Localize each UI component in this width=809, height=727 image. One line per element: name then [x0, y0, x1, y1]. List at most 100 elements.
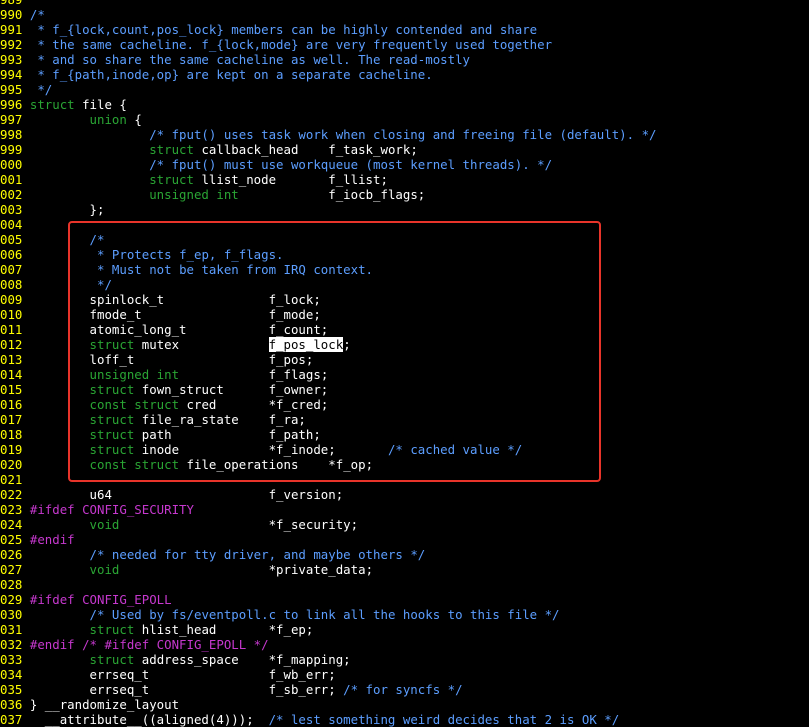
code-line[interactable]: 025 #endif [0, 532, 809, 547]
code-line[interactable]: 022 u64 f_version; [0, 487, 809, 502]
code-line[interactable]: 016 const struct cred *f_cred; [0, 397, 809, 412]
code-line[interactable]: 019 struct inode *f_inode; /* cached val… [0, 442, 809, 457]
line-number: 032 [0, 637, 23, 652]
code-line[interactable]: 036 } __randomize_layout [0, 697, 809, 712]
code-line[interactable]: 034 errseq_t f_wb_err; [0, 667, 809, 682]
code-text: } __randomize_layout [29, 697, 180, 712]
line-number: 997 [0, 112, 23, 127]
code-line[interactable]: 027 void *private_data; [0, 562, 809, 577]
code-line[interactable]: 007 * Must not be taken from IRQ context… [0, 262, 809, 277]
code-line[interactable]: 026 /* needed for tty driver, and maybe … [0, 547, 809, 562]
line-number: 001 [0, 172, 23, 187]
code-line[interactable]: 997 union { [0, 112, 809, 127]
code-line[interactable]: 995 */ [0, 82, 809, 97]
code-line[interactable]: 031 struct hlist_head *f_ep; [0, 622, 809, 637]
gutter-space [22, 232, 29, 247]
gutter-space [22, 337, 29, 352]
comment-text: * and so share the same cacheline as wel… [29, 52, 470, 67]
code-line[interactable]: 037 __attribute__((aligned(4))); /* lest… [0, 712, 809, 727]
code-line[interactable]: 993 * and so share the same cacheline as… [0, 52, 809, 67]
code-text: hlist_head *f_ep; [134, 622, 314, 637]
gutter-space [22, 172, 29, 187]
code-text: llist_node f_llist; [193, 172, 388, 187]
code-line[interactable]: 017 struct file_ra_state f_ra; [0, 412, 809, 427]
line-number: 020 [0, 457, 23, 472]
gutter-space [22, 292, 29, 307]
code-text: inode *f_inode; [134, 442, 388, 457]
code-line[interactable]: 009 spinlock_t f_lock; [0, 292, 809, 307]
code-text: spinlock_t f_lock; [29, 292, 321, 307]
line-number: 993 [0, 52, 23, 67]
code-text: errseq_t f_sb_err; [29, 682, 344, 697]
gutter-space [22, 502, 29, 517]
code-line[interactable]: 989 [0, 0, 809, 7]
preprocessor-text: #ifdef CONFIG_SECURITY [29, 502, 194, 517]
gutter-space [22, 382, 29, 397]
code-line[interactable]: 004 [0, 217, 809, 232]
code-line[interactable]: 033 struct address_space *f_mapping; [0, 652, 809, 667]
line-number: 995 [0, 82, 23, 97]
gutter-space [22, 22, 29, 37]
comment-text: /* [29, 7, 45, 22]
code-line[interactable]: 030 /* Used by fs/eventpoll.c to link al… [0, 607, 809, 622]
keyword-text: void [89, 562, 120, 577]
comment-text: /* fput() uses task work when closing an… [149, 127, 657, 142]
keyword-text: const struct [89, 457, 180, 472]
gutter-space [22, 247, 29, 262]
line-number: 996 [0, 97, 23, 112]
gutter-space [22, 607, 29, 622]
code-line[interactable]: 994 * f_{path,inode,op} are kept on a se… [0, 67, 809, 82]
code-line[interactable]: 013 loff_t f_pos; [0, 352, 809, 367]
line-number: 991 [0, 22, 23, 37]
gutter-space [22, 697, 29, 712]
code-line[interactable]: 028 [0, 577, 809, 592]
keyword-text: struct [89, 652, 135, 667]
code-line[interactable]: 006 * Protects f_ep, f_flags. [0, 247, 809, 262]
code-editor[interactable]: 989 990 /*991 * f_{lock,count,pos_lock} … [0, 0, 809, 727]
gutter-space [22, 457, 29, 472]
code-line[interactable]: 002 unsigned int f_iocb_flags; [0, 187, 809, 202]
comment-text: /* cached value */ [387, 442, 523, 457]
code-line[interactable]: 035 errseq_t f_sb_err; /* for syncfs */ [0, 682, 809, 697]
code-line[interactable]: 024 void *f_security; [0, 517, 809, 532]
code-line[interactable]: 008 */ [0, 277, 809, 292]
gutter-space [22, 157, 29, 172]
code-line[interactable]: 018 struct path f_path; [0, 427, 809, 442]
code-line[interactable]: 991 * f_{lock,count,pos_lock} members ca… [0, 22, 809, 37]
code-text: *f_security; [119, 517, 359, 532]
code-text: fmode_t f_mode; [29, 307, 321, 322]
code-line[interactable]: 011 atomic_long_t f_count; [0, 322, 809, 337]
code-line[interactable]: 032 #endif /* #ifdef CONFIG_EPOLL */ [0, 637, 809, 652]
code-line[interactable]: 014 unsigned int f_flags; [0, 367, 809, 382]
code-line[interactable]: 000 /* fput() must use workqueue (most k… [0, 157, 809, 172]
code-line[interactable]: 001 struct llist_node f_llist; [0, 172, 809, 187]
code-line[interactable]: 012 struct mutex f_pos_lock; [0, 337, 809, 352]
code-line[interactable]: 003 }; [0, 202, 809, 217]
code-line[interactable]: 998 /* fput() uses task work when closin… [0, 127, 809, 142]
code-line[interactable]: 021 [0, 472, 809, 487]
code-line[interactable]: 996 struct file { [0, 97, 809, 112]
code-line[interactable]: 020 const struct file_operations *f_op; [0, 457, 809, 472]
code-line[interactable]: 005 /* [0, 232, 809, 247]
line-number: 012 [0, 337, 23, 352]
keyword-text: struct [149, 172, 194, 187]
keyword-text: void [89, 517, 120, 532]
gutter-space [22, 322, 29, 337]
code-line[interactable]: 015 struct fown_struct f_owner; [0, 382, 809, 397]
code-line[interactable]: 023 #ifdef CONFIG_SECURITY [0, 502, 809, 517]
line-number: 035 [0, 682, 23, 697]
code-line[interactable]: 990 /* [0, 7, 809, 22]
code-text: file_ra_state f_ra; [134, 412, 306, 427]
code-line[interactable]: 010 fmode_t f_mode; [0, 307, 809, 322]
line-number: 028 [0, 577, 23, 592]
code-line[interactable]: 992 * the same cacheline. f_{lock,mode} … [0, 37, 809, 52]
code-text: ; [343, 337, 351, 352]
code-line[interactable]: 999 struct callback_head f_task_work; [0, 142, 809, 157]
code-line[interactable]: 029 #ifdef CONFIG_EPOLL [0, 592, 809, 607]
code-text: *private_data; [119, 562, 374, 577]
